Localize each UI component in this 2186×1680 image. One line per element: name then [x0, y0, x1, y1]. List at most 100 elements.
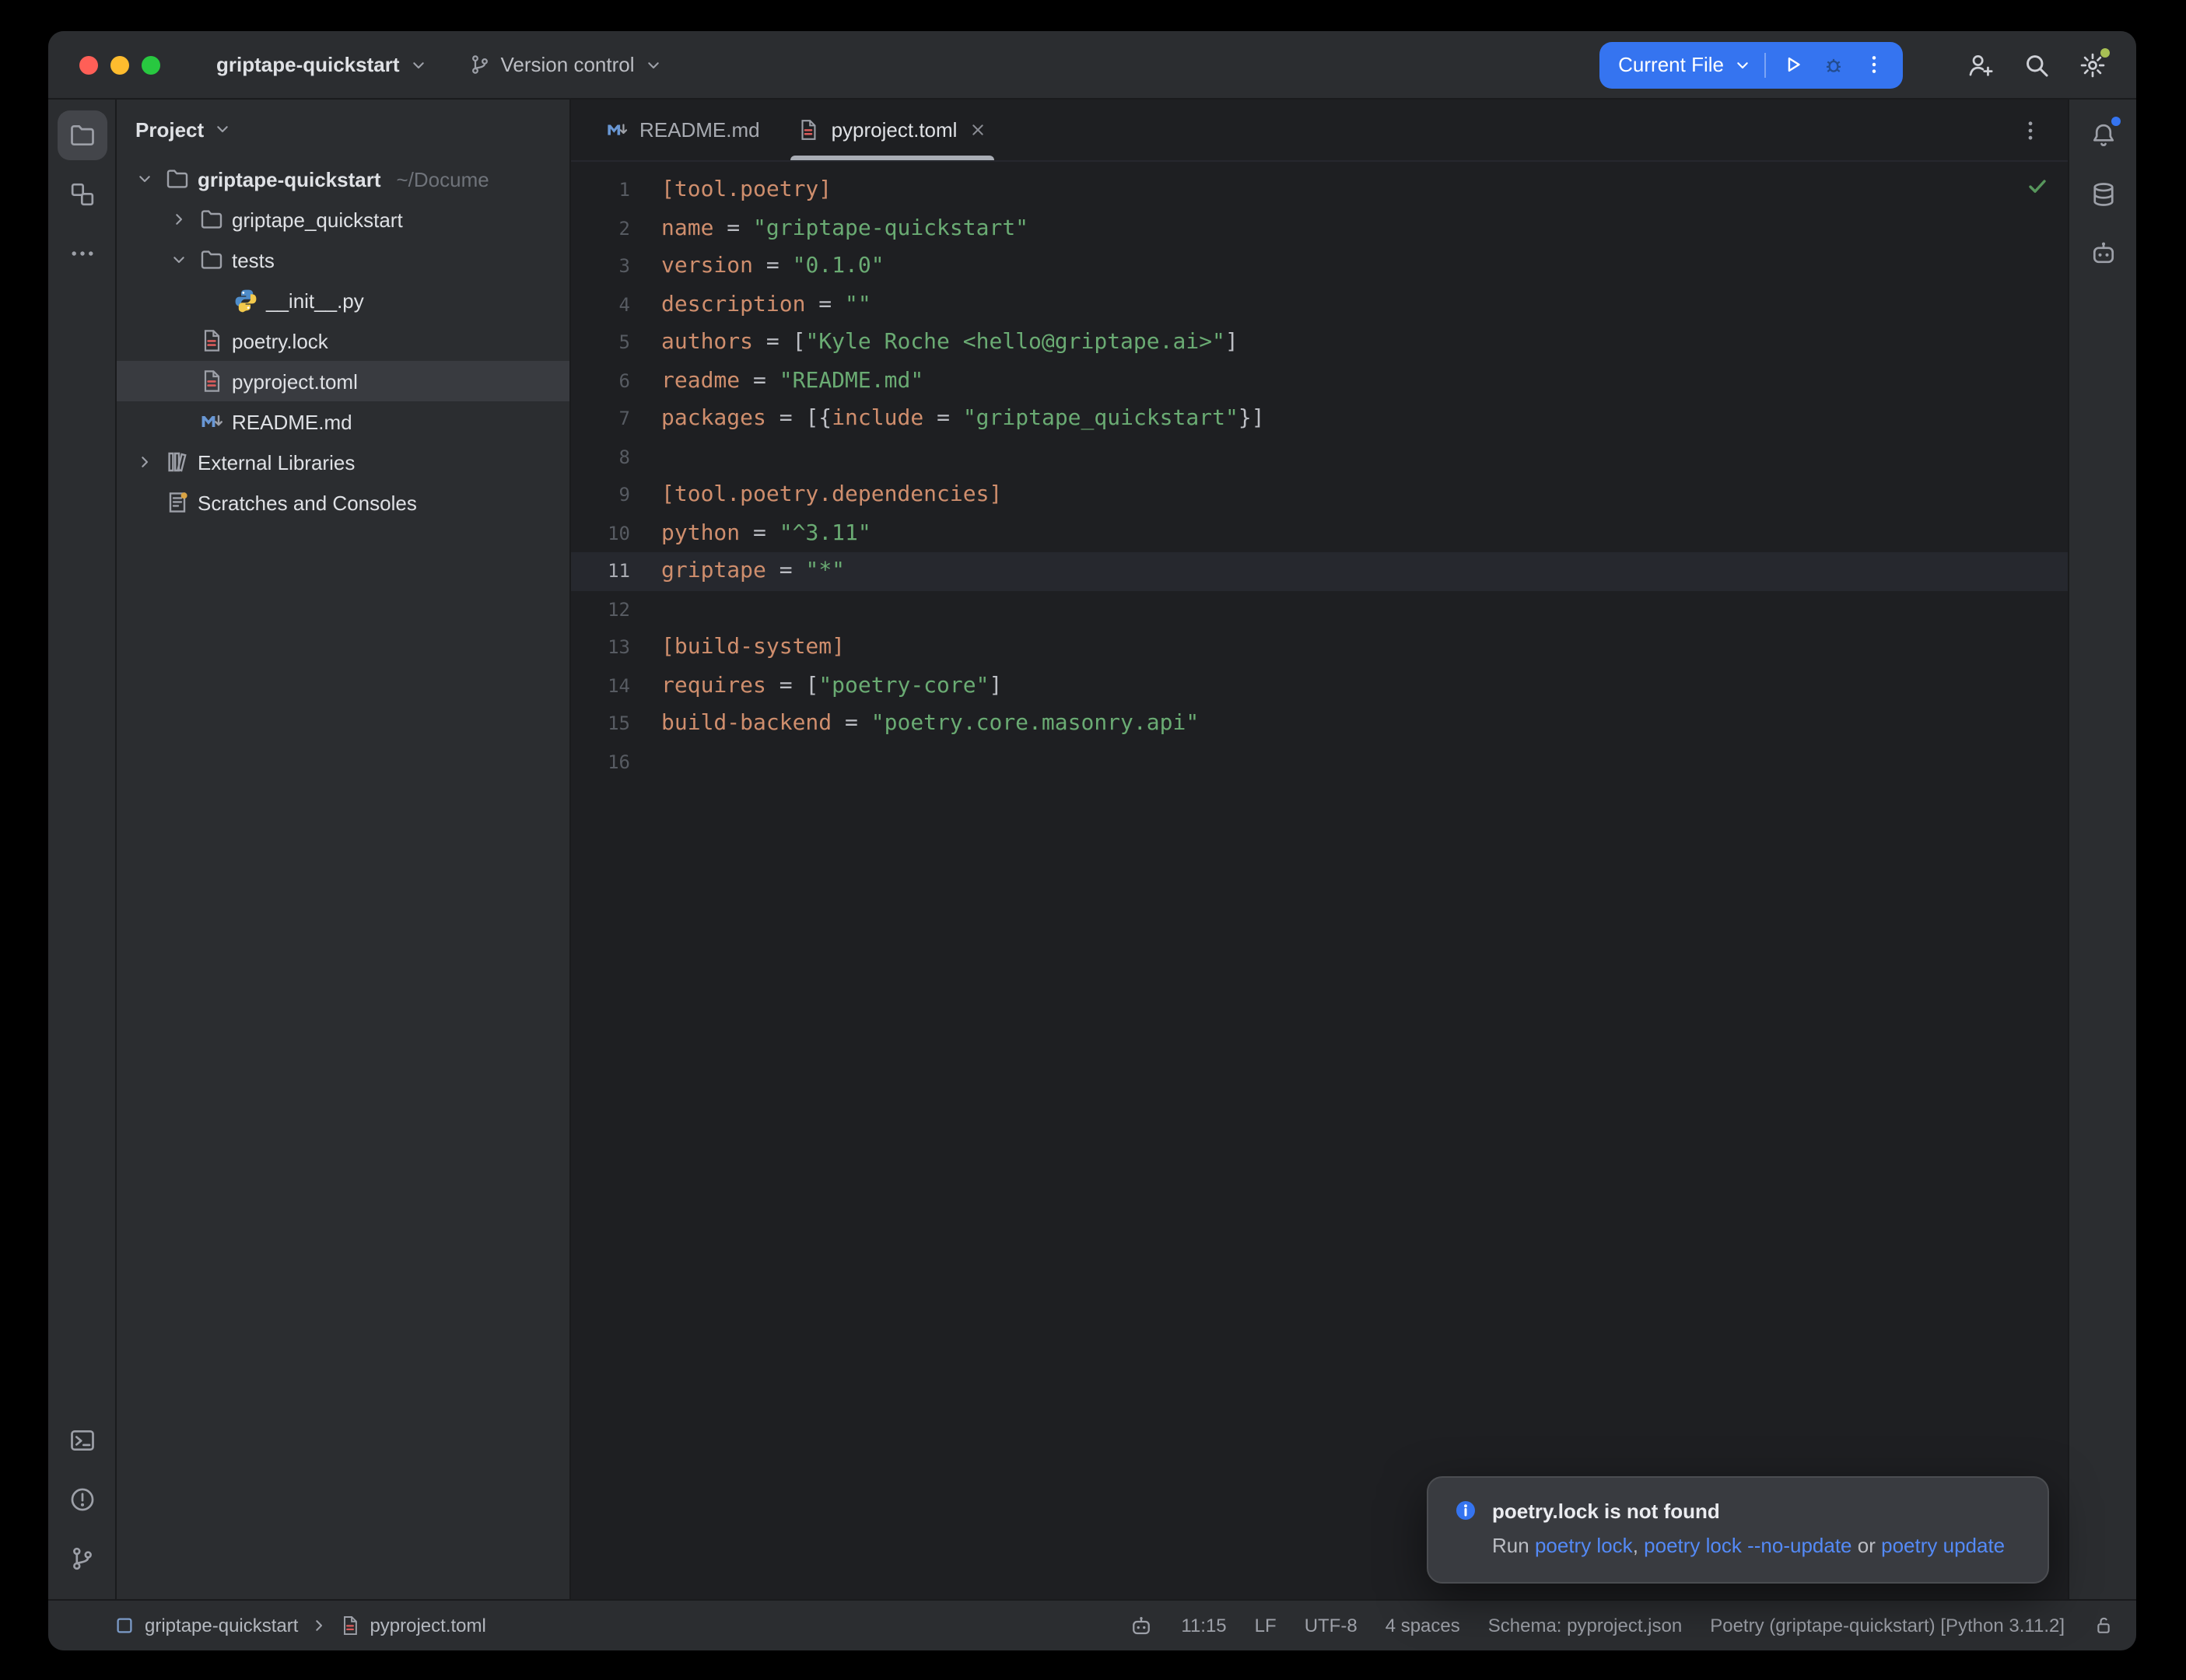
- close-window-button[interactable]: [79, 55, 98, 74]
- poetry-update-link[interactable]: poetry update: [1881, 1534, 2005, 1557]
- project-widget[interactable]: griptape-quickstart: [204, 45, 440, 84]
- code-text: description = "": [630, 285, 871, 324]
- debug-button[interactable]: [1813, 44, 1853, 85]
- json-schema-widget[interactable]: Schema: pyproject.json: [1488, 1615, 1682, 1636]
- code-line-15[interactable]: 15build-backend = "poetry.core.masonry.a…: [571, 705, 2068, 743]
- structure-toolwindow-button[interactable]: [57, 170, 107, 219]
- user-plus-icon: [1967, 51, 1995, 79]
- problems-toolwindow-button[interactable]: [57, 1475, 107, 1524]
- code-line-9[interactable]: 9[tool.poetry.dependencies]: [571, 476, 2068, 514]
- version-control-toolwindow-button[interactable]: [57, 1534, 107, 1584]
- notification-badge: [2111, 117, 2120, 126]
- chevron-right-icon[interactable]: [166, 210, 191, 229]
- inspections-status-icon[interactable]: [2026, 174, 2049, 198]
- chevron-down-icon: [409, 55, 428, 74]
- code-line-7[interactable]: 7packages = [{include = "griptape_quicks…: [571, 400, 2068, 438]
- editor-area: README.md pyproject.toml 1[tool.poetry]2n…: [571, 100, 2068, 1599]
- notification-text: ,: [1633, 1534, 1644, 1557]
- code-line-14[interactable]: 14requires = ["poetry-core"]: [571, 667, 2068, 705]
- add-user-button[interactable]: [1959, 43, 2002, 86]
- unlock-icon[interactable]: [2093, 1615, 2114, 1636]
- tree-item-tests[interactable]: tests: [117, 240, 569, 280]
- tree-item-label: poetry.lock: [232, 329, 328, 352]
- tree-item-label: griptape_quickstart: [232, 208, 403, 231]
- code-line-13[interactable]: 13[build-system]: [571, 628, 2068, 667]
- tree-item-readme-md[interactable]: README.md: [117, 401, 569, 442]
- poetry-lock-no-update-link[interactable]: poetry lock --no-update: [1644, 1534, 1851, 1557]
- ai-status-icon[interactable]: [1130, 1614, 1153, 1637]
- project-panel-header[interactable]: Project: [117, 100, 569, 159]
- run-config-selector[interactable]: Current File: [1618, 53, 1764, 76]
- tab-label: README.md: [639, 118, 760, 142]
- run-more-button[interactable]: [1853, 44, 1893, 85]
- project-toolwindow-button[interactable]: [57, 110, 107, 160]
- code-line-8[interactable]: 8: [571, 438, 2068, 476]
- toml-icon: [338, 1615, 360, 1636]
- chevron-down-icon[interactable]: [132, 170, 157, 188]
- chevron-right-icon[interactable]: [132, 453, 157, 471]
- code-line-1[interactable]: 1[tool.poetry]: [571, 171, 2068, 209]
- code-line-5[interactable]: 5authors = ["Kyle Roche <hello@griptape.…: [571, 324, 2068, 362]
- notifications-toolwindow-button[interactable]: [2078, 110, 2128, 160]
- indent-style-widget[interactable]: 4 spaces: [1386, 1615, 1460, 1636]
- tree-item-poetry-lock[interactable]: poetry.lock: [117, 320, 569, 361]
- terminal-toolwindow-button[interactable]: [57, 1416, 107, 1465]
- code-line-16[interactable]: 16: [571, 743, 2068, 781]
- poetry-lock-link[interactable]: poetry lock: [1535, 1534, 1633, 1557]
- code-line-2[interactable]: 2name = "griptape-quickstart": [571, 209, 2068, 247]
- settings-button[interactable]: [2071, 43, 2114, 86]
- problems-icon: [68, 1486, 96, 1514]
- line-number: 6: [571, 362, 630, 400]
- tab-readme-md[interactable]: README.md: [587, 100, 779, 160]
- code-line-3[interactable]: 3version = "0.1.0": [571, 247, 2068, 285]
- editor-options-icon[interactable]: [2018, 117, 2043, 142]
- tree-item-scratches-and-consoles[interactable]: Scratches and Consoles: [117, 482, 569, 523]
- cursor-position-widget[interactable]: 11:15: [1181, 1615, 1226, 1636]
- code-line-12[interactable]: 12: [571, 590, 2068, 628]
- line-number: 4: [571, 285, 630, 324]
- breadcrumb-item[interactable]: griptape-quickstart: [114, 1615, 298, 1636]
- code-line-4[interactable]: 4description = "": [571, 285, 2068, 324]
- run-button[interactable]: [1772, 44, 1813, 85]
- code-text: requires = ["poetry-core"]: [630, 667, 1002, 705]
- line-separator-widget[interactable]: LF: [1255, 1615, 1277, 1636]
- line-number: 13: [571, 628, 630, 667]
- tree-item-griptape-quickstart[interactable]: griptape-quickstart~/Docume: [117, 159, 569, 199]
- main-area: Project griptape-quickstart~/Docume gript…: [48, 100, 2136, 1599]
- tree-item-external-libraries[interactable]: External Libraries: [117, 442, 569, 482]
- vcs-widget[interactable]: Version control: [456, 45, 675, 84]
- tree-item-label: pyproject.toml: [232, 369, 358, 393]
- code-text: name = "griptape-quickstart": [630, 209, 1028, 247]
- breadcrumb: griptape-quickstart pyproject.toml: [114, 1615, 486, 1636]
- zoom-window-button[interactable]: [142, 55, 160, 74]
- code-text: version = "0.1.0": [630, 247, 885, 285]
- code-text: readme = "README.md": [630, 362, 923, 400]
- ai-assistant-toolwindow-button[interactable]: [2078, 229, 2128, 278]
- breadcrumb-item[interactable]: pyproject.toml: [338, 1615, 485, 1636]
- tree-item-griptape-quickstart[interactable]: griptape_quickstart: [117, 199, 569, 240]
- breadcrumb-label: pyproject.toml: [370, 1615, 485, 1636]
- desktop: griptape-quickstart Version control Curr…: [0, 0, 2186, 1680]
- editor[interactable]: 1[tool.poetry]2name = "griptape-quicksta…: [571, 162, 2068, 1599]
- tree-item-pyproject-toml[interactable]: pyproject.toml: [117, 361, 569, 401]
- tab-pyproject-toml[interactable]: pyproject.toml: [779, 100, 1007, 160]
- database-toolwindow-button[interactable]: [2078, 170, 2128, 219]
- titlebar-actions: [1959, 43, 2114, 86]
- code-line-6[interactable]: 6readme = "README.md": [571, 362, 2068, 400]
- project-sq-icon: [114, 1615, 135, 1636]
- branch-icon: [68, 1545, 96, 1573]
- code-text: [build-system]: [630, 628, 845, 667]
- chevron-down-icon: [170, 250, 188, 269]
- more-tool-windows-toolwindow-button[interactable]: [57, 229, 107, 278]
- file-encoding-widget[interactable]: UTF-8: [1305, 1615, 1357, 1636]
- code-line-10[interactable]: 10python = "^3.11": [571, 514, 2068, 552]
- chevron-down-icon[interactable]: [166, 250, 191, 269]
- run-config-label: Current File: [1618, 53, 1724, 76]
- search-everywhere-button[interactable]: [2015, 43, 2058, 86]
- project-widget-label: griptape-quickstart: [216, 53, 400, 76]
- minimize-window-button[interactable]: [110, 55, 129, 74]
- python-interpreter-widget[interactable]: Poetry (griptape-quickstart) [Python 3.1…: [1710, 1615, 2065, 1636]
- close-tab-icon[interactable]: [968, 120, 988, 140]
- tree-item--init-py[interactable]: __init__.py: [117, 280, 569, 320]
- code-line-11[interactable]: 11griptape = "*": [571, 552, 2068, 590]
